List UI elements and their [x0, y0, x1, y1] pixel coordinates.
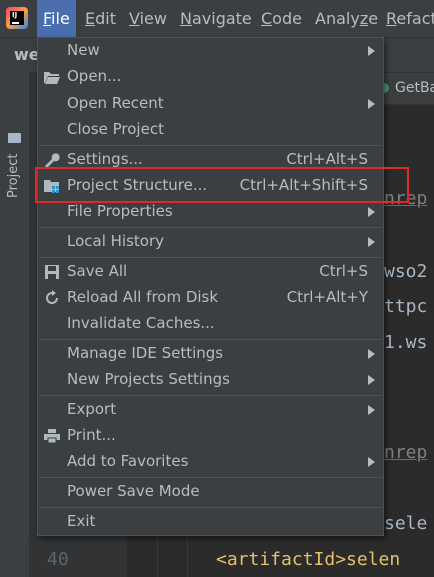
- left-tool-strip: Project: [0, 72, 30, 577]
- code-fragment[interactable]: 1.ws: [384, 332, 427, 353]
- menu-item-power-save-mode[interactable]: Power Save Mode: [38, 479, 383, 505]
- menu-item-label: Manage IDE Settings: [67, 344, 224, 362]
- reload-icon: [43, 290, 61, 306]
- menu-bar: IJ File Edit View Navigate Code Analyze …: [0, 0, 434, 38]
- menu-separator: [39, 395, 382, 396]
- save-icon: [43, 264, 61, 280]
- menu-item-label: Local History: [67, 232, 165, 250]
- menu-item-new-projects-settings[interactable]: New Projects Settings: [38, 367, 383, 393]
- menu-item-label: File Properties: [67, 202, 173, 220]
- editor-tab-label[interactable]: GetBa: [395, 80, 434, 96]
- menu-separator: [39, 257, 382, 258]
- project-toolwindow-button[interactable]: Project: [6, 154, 21, 198]
- code-fragment[interactable]: wso2: [384, 261, 427, 282]
- line-number: 40: [47, 549, 69, 570]
- menu-navigate[interactable]: Navigate: [180, 9, 252, 28]
- menu-item-print[interactable]: Print...: [38, 423, 383, 449]
- menu-item-export[interactable]: Export: [38, 397, 383, 423]
- code-fragment[interactable]: <artifactId>selen: [216, 549, 400, 570]
- menu-separator: [39, 227, 382, 228]
- submenu-arrow-icon: [368, 99, 375, 109]
- intellij-logo-icon: IJ: [6, 7, 28, 29]
- submenu-arrow-icon: [368, 405, 375, 415]
- menu-refactor[interactable]: Refacto: [386, 9, 434, 28]
- menu-item-open-recent[interactable]: Open Recent: [38, 91, 383, 117]
- code-fragment[interactable]: ttpc: [384, 296, 427, 317]
- menu-item-new[interactable]: New: [38, 38, 383, 64]
- file-menu-dropdown: New Open... Open Recent Close Project Se…: [37, 37, 384, 536]
- menu-item-label: Open...: [67, 67, 122, 85]
- menu-item-settings[interactable]: Settings... Ctrl+Alt+S: [38, 147, 383, 173]
- menu-item-shortcut: Ctrl+Alt+S: [286, 150, 368, 168]
- menu-edit[interactable]: Edit: [85, 9, 116, 28]
- menu-item-label: Close Project: [67, 120, 164, 138]
- submenu-arrow-icon: [368, 375, 375, 385]
- menu-item-label: Print...: [67, 426, 116, 444]
- menu-item-shortcut: Ctrl+Alt+Shift+S: [239, 176, 368, 194]
- menu-item-exit[interactable]: Exit: [38, 509, 383, 535]
- code-fragment[interactable]: sele: [384, 513, 427, 534]
- menu-item-label: Reload All from Disk: [67, 288, 219, 306]
- menu-item-shortcut: Ctrl+Alt+Y: [286, 288, 368, 306]
- menu-view[interactable]: View: [129, 9, 167, 28]
- menu-item-label: Invalidate Caches...: [67, 314, 215, 332]
- submenu-arrow-icon: [368, 349, 375, 359]
- code-fragment[interactable]: nrep: [384, 188, 427, 209]
- menu-item-file-properties[interactable]: File Properties: [38, 199, 383, 225]
- menu-item-open[interactable]: Open...: [38, 64, 383, 90]
- menu-item-local-history[interactable]: Local History: [38, 229, 383, 255]
- menu-code[interactable]: Code: [261, 9, 302, 28]
- menu-separator: [39, 145, 382, 146]
- menu-item-label: Add to Favorites: [67, 452, 189, 470]
- menu-item-add-to-favorites[interactable]: Add to Favorites: [38, 449, 383, 475]
- project-structure-icon: [43, 178, 61, 194]
- menu-analyze[interactable]: Analyze: [315, 9, 378, 28]
- menu-item-project-structure[interactable]: Project Structure... Ctrl+Alt+Shift+S: [38, 173, 383, 199]
- menu-item-label: Export: [67, 400, 117, 418]
- menu-item-label: Settings...: [67, 150, 143, 168]
- menu-item-label: Project Structure...: [67, 176, 208, 194]
- submenu-arrow-icon: [368, 237, 375, 247]
- project-name[interactable]: we: [14, 45, 40, 64]
- menu-separator: [39, 339, 382, 340]
- print-icon: [43, 428, 61, 444]
- menu-item-label: Exit: [67, 512, 96, 530]
- menu-item-close-project[interactable]: Close Project: [38, 117, 383, 143]
- menu-item-label: Save All: [67, 262, 128, 280]
- submenu-arrow-icon: [368, 207, 375, 217]
- menu-file[interactable]: File: [37, 0, 76, 37]
- menu-item-manage-ide-settings[interactable]: Manage IDE Settings: [38, 341, 383, 367]
- menu-item-label: New Projects Settings: [67, 370, 230, 388]
- submenu-arrow-icon: [368, 457, 375, 467]
- folder-open-icon: [43, 69, 61, 85]
- folder-icon[interactable]: [8, 133, 21, 143]
- menu-item-shortcut: Ctrl+S: [319, 262, 368, 280]
- menu-item-invalidate-caches[interactable]: Invalidate Caches...: [38, 311, 383, 337]
- menu-item-save-all[interactable]: Save All Ctrl+S: [38, 259, 383, 285]
- menu-item-label: New: [67, 41, 100, 59]
- menu-item-label: Power Save Mode: [67, 482, 200, 500]
- menu-item-reload-all[interactable]: Reload All from Disk Ctrl+Alt+Y: [38, 285, 383, 311]
- code-fragment[interactable]: nrep: [384, 442, 427, 463]
- submenu-arrow-icon: [368, 46, 375, 56]
- wrench-icon: [43, 152, 61, 168]
- menu-separator: [39, 507, 382, 508]
- menu-item-label: Open Recent: [67, 94, 164, 112]
- menu-separator: [39, 477, 382, 478]
